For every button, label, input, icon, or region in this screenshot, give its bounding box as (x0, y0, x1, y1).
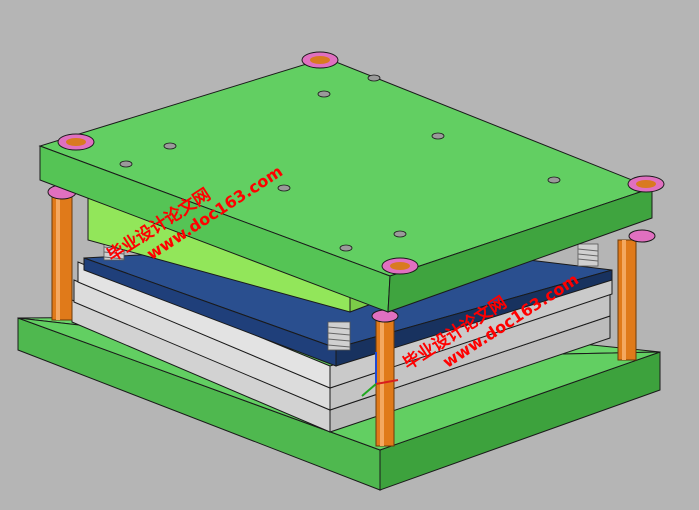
hole-5 (119, 160, 133, 168)
guide-bushing-back (301, 51, 339, 69)
guide-bushing-front (381, 257, 419, 275)
hole-4 (163, 142, 177, 150)
hole-3 (431, 132, 445, 140)
hole-7 (547, 176, 561, 184)
guide-bushing-left (57, 133, 95, 151)
mold-assembly-diagram: 毕业设计论文网 www.doc163.com 毕业设计论文网 www.doc16… (0, 0, 699, 510)
hole-6 (277, 184, 291, 192)
hole-1 (367, 74, 381, 82)
guide-bushing-right (627, 175, 665, 193)
hole-2 (317, 90, 331, 98)
spring-right (577, 243, 599, 267)
guide-pillar-left (47, 184, 77, 321)
hole-9 (339, 244, 353, 252)
spring-front (327, 321, 351, 351)
hole-8 (393, 230, 407, 238)
